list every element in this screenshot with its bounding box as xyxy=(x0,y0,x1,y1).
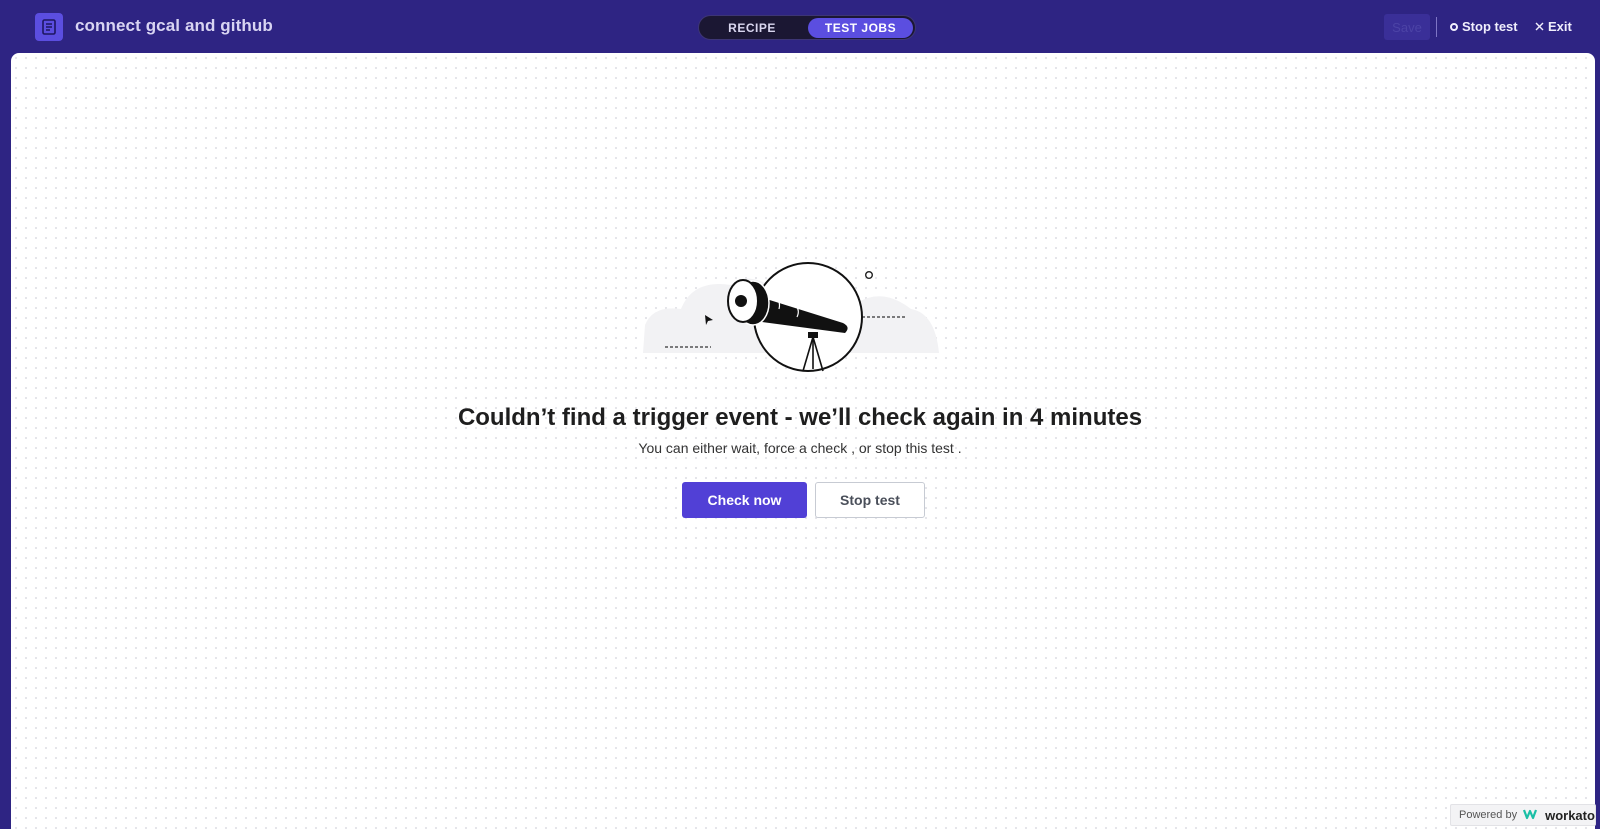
workato-logo-icon xyxy=(1523,808,1539,823)
save-button[interactable]: Save xyxy=(1384,14,1430,40)
header-stop-test-button[interactable]: Stop test xyxy=(1450,19,1518,34)
check-now-button[interactable]: Check now xyxy=(682,482,807,518)
no-trigger-headline: Couldn’t find a trigger event - we’ll ch… xyxy=(457,404,1143,431)
exit-label: Exit xyxy=(1548,19,1572,34)
recipe-title[interactable]: connect gcal and github xyxy=(75,16,273,36)
header-stop-test-label: Stop test xyxy=(1462,19,1518,34)
telescope-illustration xyxy=(643,257,963,377)
stop-test-button[interactable]: Stop test xyxy=(815,482,925,518)
stop-ring-icon xyxy=(1450,22,1458,31)
powered-by-badge[interactable]: Powered by workato xyxy=(1450,804,1596,826)
brand-name: workato xyxy=(1545,807,1595,823)
recipe-doc-icon[interactable] xyxy=(35,13,63,41)
powered-by-label: Powered by xyxy=(1459,809,1518,821)
close-icon xyxy=(1535,19,1544,34)
exit-button[interactable]: Exit xyxy=(1535,19,1572,34)
top-bar: connect gcal and github RECIPE TEST JOBS… xyxy=(0,0,1600,53)
tab-recipe[interactable]: RECIPE xyxy=(702,18,802,38)
header-divider xyxy=(1436,17,1437,37)
no-trigger-subline: You can either wait, force a check , or … xyxy=(638,440,962,456)
view-toggle: RECIPE TEST JOBS xyxy=(698,15,916,40)
tab-test-jobs[interactable]: TEST JOBS xyxy=(808,18,913,38)
